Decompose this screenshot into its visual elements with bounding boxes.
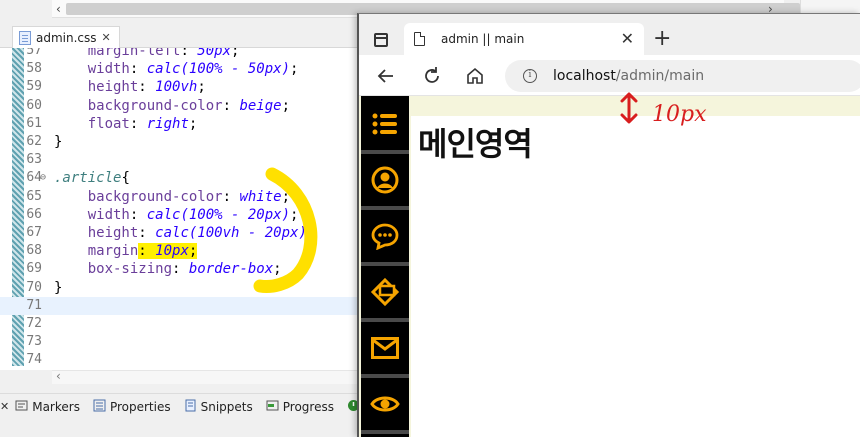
properties-icon — [93, 399, 106, 415]
line-number: 57 — [26, 48, 42, 58]
editor-file-tab[interactable]: admin.css ✕ — [12, 26, 120, 48]
line-number: 60 — [26, 97, 42, 113]
scroll-left-arrow-icon[interactable]: ‹ — [56, 0, 61, 18]
address-bar[interactable]: i localhost/admin/main — [505, 60, 860, 92]
code-text: float: right; — [87, 115, 198, 132]
eye-icon[interactable] — [361, 378, 409, 430]
red-double-arrow-annotation — [620, 92, 638, 124]
line-number: 58 — [26, 61, 42, 77]
fold-toggle-icon[interactable]: ⊖ — [40, 169, 46, 187]
progress-icon — [266, 399, 279, 415]
close-tab-icon[interactable]: ✕ — [102, 31, 111, 44]
bottom-tab-label: Progress — [282, 399, 334, 414]
list-icon[interactable] — [361, 98, 409, 150]
line-number: 64 — [26, 170, 42, 186]
snippets-icon — [184, 399, 197, 415]
line-number: 67 — [26, 225, 42, 240]
line-number: 69 — [26, 261, 42, 277]
code-text: width: calc(100% - 50px); — [87, 61, 299, 78]
reload-icon[interactable] — [421, 65, 443, 87]
home-icon[interactable] — [464, 65, 486, 87]
line-number: 71 — [26, 297, 42, 313]
code-line[interactable]: 57 margin-left: 50px; — [0, 48, 360, 60]
browser-window: admin || main ✕ + i localhost/admin/main… — [357, 13, 860, 437]
sidebar-divider — [361, 430, 409, 434]
sign-icon[interactable] — [361, 266, 409, 318]
code-text: .article{ — [54, 170, 130, 187]
line-number: 70 — [26, 279, 42, 295]
line-number: 61 — [26, 115, 42, 131]
code-text: } — [54, 279, 63, 296]
line-number: 73 — [26, 334, 42, 350]
code-text: box-sizing: border-box; — [87, 261, 282, 278]
bottom-tab-label: Snippets — [200, 399, 253, 414]
line-number: 65 — [26, 188, 42, 204]
browser-tab-strip: admin || main ✕ + — [359, 14, 860, 55]
url-path: /admin/main — [615, 68, 705, 84]
code-line[interactable]: 59 height: 100vh; — [0, 78, 360, 96]
bottom-tab-properties[interactable]: Properties — [93, 399, 171, 415]
code-line[interactable]: 73 — [0, 333, 360, 351]
bottom-tab-markers[interactable]: Markers — [15, 399, 80, 415]
bottom-tab-label: Markers — [32, 399, 80, 414]
yellow-highlight-arc — [253, 167, 318, 293]
main-heading: 메인영역 — [418, 125, 533, 163]
markers-icon — [15, 399, 28, 415]
css-file-icon — [19, 30, 31, 45]
scroll-left-arrow-icon[interactable]: ‹ — [56, 369, 61, 383]
browser-tab[interactable]: admin || main ✕ — [404, 23, 644, 55]
code-text: height: 100vh; — [87, 79, 206, 96]
close-tab-icon[interactable]: ✕ — [621, 31, 634, 47]
line-number: 66 — [26, 206, 42, 222]
bottom-tab-label: Properties — [109, 399, 171, 414]
editor-tabbar: admin.css ✕ — [0, 26, 360, 48]
browser-toolbar: i localhost/admin/main — [359, 55, 860, 96]
code-line[interactable]: 61 float: right; — [0, 115, 360, 133]
user-circle-icon[interactable] — [361, 154, 409, 206]
code-line[interactable]: 71 — [0, 296, 360, 315]
code-line[interactable]: 58 width: calc(100% - 50px); — [0, 60, 360, 78]
code-line[interactable]: 72 — [0, 315, 360, 333]
file-tab-label: admin.css — [36, 30, 97, 45]
code-text: margin-left: 50px; — [87, 48, 240, 59]
chat-icon[interactable] — [361, 210, 409, 262]
annotation-label: 10px — [652, 102, 707, 127]
code-line[interactable]: 74 — [0, 351, 360, 369]
horizontal-scrollbar-bottom[interactable]: ‹ — [52, 369, 360, 384]
page-icon — [414, 32, 425, 46]
code-text: margin: 10px; — [87, 243, 198, 260]
site-info-icon[interactable]: i — [523, 69, 537, 83]
line-number: 72 — [26, 316, 42, 331]
article-area: 메인영역 — [411, 116, 860, 437]
code-line[interactable]: 62} — [0, 133, 360, 151]
line-number: 63 — [26, 152, 42, 168]
tab-actions-icon[interactable] — [374, 33, 388, 47]
line-number: 68 — [26, 243, 42, 259]
code-text: } — [54, 134, 63, 150]
url-host: localhost — [553, 68, 616, 84]
code-line[interactable]: 60 background-color: beige; — [0, 97, 360, 115]
code-text: background-color: beige; — [87, 97, 291, 114]
page-viewport: 메인영역 — [359, 96, 860, 437]
bottom-tab-progress[interactable]: Progress — [266, 399, 334, 415]
back-arrow-icon[interactable] — [375, 65, 397, 87]
line-number: 59 — [26, 79, 42, 95]
browser-tab-title: admin || main — [441, 32, 525, 46]
bottom-tab-snippets[interactable]: Snippets — [184, 399, 253, 415]
line-number: 74 — [26, 352, 42, 368]
new-tab-icon[interactable]: + — [653, 28, 671, 50]
minimize-icon[interactable]: ✕ — [0, 400, 9, 413]
mail-icon[interactable] — [361, 322, 409, 374]
line-number: 62 — [26, 134, 42, 149]
admin-sidebar — [361, 96, 409, 437]
